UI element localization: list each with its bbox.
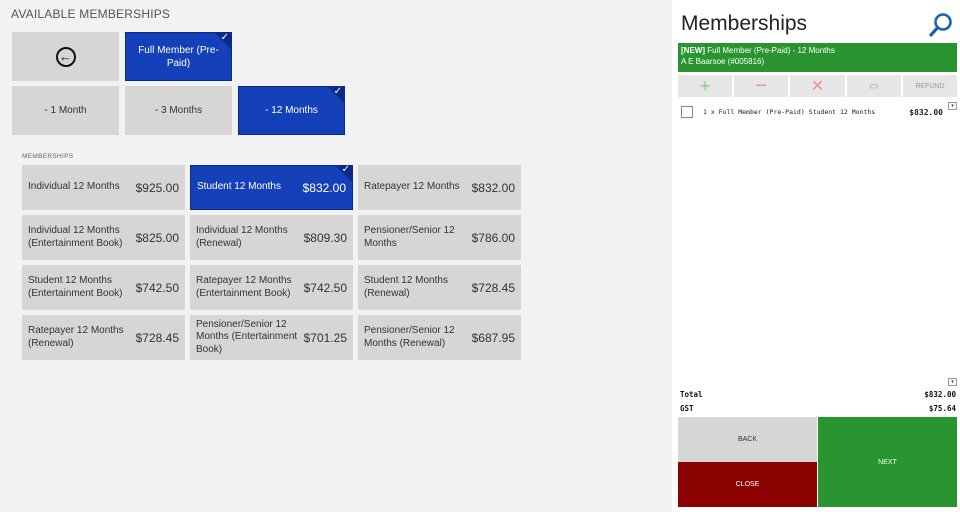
membership-tile[interactable]: Student 12 Months $832.00 ✓ (190, 164, 353, 210)
new-tag: [NEW] (681, 46, 705, 55)
membership-price: $786.00 (471, 230, 515, 245)
membership-name: Individual 12 Months (Renewal) (196, 225, 288, 249)
minus-icon: − (755, 74, 768, 97)
membership-name: Student 12 Months (Entertainment Book) (28, 275, 123, 299)
membership-name: Pensioner/Senior 12 Months (364, 225, 455, 249)
decrease-button[interactable]: − (734, 74, 789, 97)
section-label: MEMBERSHIPS (22, 153, 74, 160)
order-panel: Memberships [NEW] Full Member (Pre-Paid)… (672, 0, 960, 512)
split-icon: ▭ (868, 80, 879, 92)
membership-tile[interactable]: Student 12 Months (Renewal) $728.45 (358, 265, 521, 310)
membership-name: Student 12 Months (Renewal) (364, 275, 448, 299)
line-item-amount: $832.00 (909, 107, 943, 117)
membership-tile[interactable]: Ratepayer 12 Months (Entertainment Book)… (190, 265, 353, 310)
membership-tile[interactable]: Individual 12 Months $925.00 (22, 165, 185, 210)
total-label: Total (680, 390, 703, 399)
duration-label: - 1 Month (44, 105, 87, 116)
membership-name: Ratepayer 12 Months (Renewal) (28, 325, 124, 349)
membership-name: Individual 12 Months (28, 181, 120, 193)
close-icon: ✕ (810, 78, 825, 95)
arrow-left-circle-icon: ← (55, 46, 76, 67)
current-item-banner[interactable]: [NEW] Full Member (Pre-Paid) - 12 Months… (678, 43, 957, 72)
total-value: $832.00 (924, 390, 956, 399)
banner-line-1: [NEW] Full Member (Pre-Paid) - 12 Months (681, 46, 954, 57)
search-icon[interactable] (929, 12, 953, 38)
membership-price: $832.00 (471, 180, 515, 195)
gst-label: GST (680, 404, 694, 413)
split-button[interactable]: ▭ (846, 75, 901, 97)
membership-tile[interactable]: Individual 12 Months (Renewal) $809.30 (190, 215, 353, 260)
collapse-totals-button[interactable]: ▾ (948, 378, 957, 386)
membership-tile[interactable]: Pensioner/Senior 12 Months (Entertainmen… (190, 315, 353, 360)
selected-check-icon: ✓ (336, 164, 352, 182)
chevron-down-icon: ▾ (951, 103, 954, 109)
back-nav-button[interactable]: BACK (678, 417, 817, 462)
duration-1-month[interactable]: - 1 Month (12, 86, 119, 135)
membership-price: $742.50 (135, 280, 179, 295)
membership-price: $825.00 (135, 230, 179, 245)
total-row: Total $832.00 (680, 390, 956, 399)
back-button[interactable]: ← (12, 32, 119, 81)
plus-icon: + (699, 75, 711, 96)
category-full-member[interactable]: Full Member (Pre-Paid) ✓ (125, 32, 232, 81)
refund-button[interactable]: REFUND (902, 75, 958, 97)
line-item-description: 1 x Full Member (Pre-Paid) Student 12 Mo… (703, 108, 876, 116)
page-heading: AVAILABLE MEMBERSHIPS (11, 7, 171, 21)
duration-label: - 3 Months (154, 105, 203, 116)
line-item[interactable]: 1 x Full Member (Pre-Paid) Student 12 Mo… (681, 105, 943, 119)
membership-name: Student 12 Months (197, 181, 281, 193)
chevron-down-icon: ▾ (951, 379, 954, 385)
selected-check-icon: ✓ (328, 86, 344, 103)
add-button[interactable]: + (678, 75, 733, 97)
membership-price: $687.95 (471, 330, 515, 345)
refund-label: REFUND (915, 82, 945, 90)
membership-name: Individual 12 Months (Entertainment Book… (28, 225, 123, 249)
panel-title: Memberships (681, 12, 808, 35)
membership-price: $728.45 (135, 330, 179, 345)
membership-tile[interactable]: Individual 12 Months (Entertainment Book… (22, 215, 185, 260)
gst-row: GST $75.64 (680, 404, 956, 413)
remove-button[interactable]: ✕ (790, 75, 845, 97)
close-button[interactable]: CLOSE (678, 462, 817, 507)
membership-price: $742.50 (303, 280, 347, 295)
gst-value: $75.64 (928, 404, 956, 413)
membership-price: $701.25 (303, 330, 347, 345)
membership-tile[interactable]: Ratepayer 12 Months (Renewal) $728.45 (22, 315, 185, 360)
membership-name: Ratepayer 12 Months (364, 181, 460, 193)
line-item-checkbox[interactable] (681, 106, 693, 118)
collapse-items-button[interactable]: ▾ (948, 102, 957, 110)
duration-3-months[interactable]: - 3 Months (125, 86, 232, 135)
membership-name: Pensioner/Senior 12 Months (Entertainmen… (196, 318, 298, 355)
membership-name: Ratepayer 12 Months (Entertainment Book) (196, 275, 292, 299)
membership-tile[interactable]: Student 12 Months (Entertainment Book) $… (22, 265, 185, 310)
selected-check-icon: ✓ (215, 32, 231, 49)
banner-item-title: Full Member (Pre-Paid) - 12 Months (705, 46, 835, 55)
next-button[interactable]: NEXT (818, 417, 957, 507)
membership-price: $809.30 (303, 230, 347, 245)
available-memberships-panel: AVAILABLE MEMBERSHIPS ← Full Member (Pre… (0, 0, 672, 512)
membership-tile[interactable]: Pensioner/Senior 12 Months (Renewal) $68… (358, 315, 521, 360)
membership-price: $925.00 (135, 180, 179, 195)
membership-tile[interactable]: Ratepayer 12 Months $832.00 (358, 165, 521, 210)
banner-member: A E Baarsoe (#005816) (681, 56, 765, 66)
membership-price: $728.45 (471, 280, 515, 295)
duration-label: - 12 Months (265, 105, 318, 116)
membership-tile[interactable]: Pensioner/Senior 12 Months $786.00 (358, 215, 521, 260)
membership-name: Pensioner/Senior 12 Months (Renewal) (364, 325, 455, 349)
duration-12-months[interactable]: - 12 Months ✓ (238, 86, 345, 135)
membership-price: $832.00 (302, 180, 346, 195)
line-toolbar: + − ✕ ▭ REFUND (678, 74, 958, 97)
